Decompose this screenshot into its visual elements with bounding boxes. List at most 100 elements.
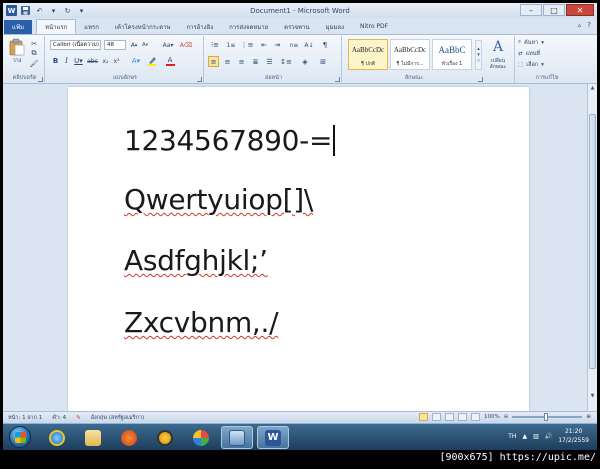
zoom-in-icon[interactable]: ⊕ [586,414,591,420]
paste-button[interactable]: วาง [9,56,25,65]
shading-icon[interactable]: ◈ [299,56,311,67]
network-tray-icon[interactable]: ▥ [533,433,539,440]
word-count[interactable]: คำ: 4 [47,414,71,422]
paragraph-launcher-icon[interactable] [335,77,340,82]
input-language[interactable]: TH [508,433,516,440]
justify-icon[interactable]: ≣ [250,56,261,67]
paste-icon[interactable] [8,38,26,56]
close-button[interactable]: ✕ [566,4,594,16]
vertical-scrollbar[interactable]: ▲ ▼ [587,84,597,411]
winamp-icon[interactable] [149,426,181,449]
underline-icon[interactable]: U▾ [73,56,84,66]
borders-icon[interactable]: ⊞ [317,56,329,67]
change-case-icon[interactable]: Aa▾ [161,40,175,50]
tab-review[interactable]: ตรวจทาน [276,19,317,34]
paint-icon[interactable] [185,426,217,449]
page-count[interactable]: หน้า: 1 จาก 1 [3,414,47,422]
language-indicator[interactable]: อังกฤษ (สหรัฐอเมริกา) [86,414,149,422]
highlight-icon[interactable] [146,56,160,66]
document-line-3[interactable]: Asdfghjkl;’ [124,244,268,277]
format-painter-icon[interactable]: 🖌 [29,59,39,68]
line-spacing-icon[interactable]: ↕≡ [280,56,292,67]
tab-references[interactable]: การอ้างอิง [178,19,221,34]
tab-mailings[interactable]: การส่งจดหมาย [221,19,276,34]
thai-distribute-icon[interactable]: ก≡ [288,40,300,50]
font-color-icon[interactable]: A [163,56,177,66]
clear-formatting-icon[interactable]: A⌫ [180,40,193,50]
sort-icon[interactable]: A↓ [304,40,314,50]
distribute-icon[interactable]: ☰ [264,56,275,67]
font-size-combo[interactable]: 48 [104,40,126,50]
network-icon[interactable] [221,426,253,449]
align-left-icon[interactable]: ≡ [208,56,219,67]
tab-page-layout[interactable]: เค้าโครงหน้ากระดาษ [107,19,179,34]
text-effects-icon[interactable]: A▾ [129,56,143,66]
bullets-icon[interactable]: ⁝≡ [209,40,221,50]
style-no-spacing[interactable]: AaBbCcDc ¶ ไม่มีการ... [390,39,430,70]
explorer-icon[interactable] [77,426,109,449]
zoom-slider[interactable] [512,413,583,421]
start-button[interactable] [9,426,31,448]
copy-icon[interactable]: ⧉ [29,49,39,58]
zoom-slider-knob[interactable] [544,413,549,421]
scroll-thumb[interactable] [589,114,596,369]
styles-scroll-icon[interactable]: ▴ ▾ ▿ [475,40,482,70]
align-center-icon[interactable]: ≡ [222,56,233,67]
help-icon[interactable]: ? [587,21,591,29]
styles-launcher-icon[interactable] [478,77,483,82]
grow-font-icon[interactable]: A ▴ [129,40,139,50]
clipboard-launcher-icon[interactable] [38,77,43,82]
select-button[interactable]: ⬚ เลือก ▾ [518,60,574,69]
change-styles-icon[interactable]: A [486,37,510,57]
find-button[interactable]: ⌕ ค้นหา ▾ [518,38,574,47]
maximize-button[interactable]: □ [543,4,565,16]
web-layout-view-icon[interactable] [445,413,455,421]
bold-icon[interactable]: B [51,56,60,66]
document-line-2[interactable]: Qwertyuiop[]\ [124,183,313,216]
ie-icon[interactable] [41,426,73,449]
cut-icon[interactable]: ✂ [29,39,39,48]
redo-icon[interactable]: ↻ [62,5,73,16]
tab-nitro-pdf[interactable]: Nitro PDF [352,19,396,34]
zoom-level[interactable]: 100% [484,414,500,420]
media-icon[interactable] [113,426,145,449]
minimize-ribbon-icon[interactable]: ▵ [578,21,582,29]
shrink-font-icon[interactable]: A ▾ [140,40,150,50]
align-right-icon[interactable]: ≡ [236,56,247,67]
outline-view-icon[interactable] [458,413,468,421]
superscript-icon[interactable]: x² [112,56,121,66]
subscript-icon[interactable]: x₂ [101,56,110,66]
undo-icon[interactable]: ↶ [34,5,45,16]
volume-icon[interactable]: 🔊 [545,433,552,440]
tab-home[interactable]: หน้าแรก [36,19,77,34]
word-app-icon[interactable]: W [6,5,17,16]
scroll-down-icon[interactable]: ▼ [588,393,597,401]
decrease-indent-icon[interactable]: ⇤ [259,40,269,50]
zoom-out-icon[interactable]: ⊖ [504,414,509,420]
tab-insert[interactable]: แทรก [76,19,107,34]
italic-icon[interactable]: I [62,56,71,66]
tab-file[interactable]: แฟ้ม [4,20,33,34]
save-icon[interactable] [20,5,31,16]
show-marks-icon[interactable]: ¶ [320,40,330,50]
replace-button[interactable]: ⇄ แทนที่ [518,49,574,58]
minimize-button[interactable]: – [520,4,542,16]
strikethrough-icon[interactable]: abc [87,56,98,66]
proofing-icon[interactable]: ✎ [71,415,86,421]
style-heading-1[interactable]: AaBbC หัวเรื่อง 1 [432,39,472,70]
increase-indent-icon[interactable]: ⇥ [272,40,282,50]
clock[interactable]: 21:20 17/2/2559 [558,427,589,445]
multilevel-list-icon[interactable]: ⋮≡ [241,40,254,50]
tab-view[interactable]: มุมมอง [318,19,352,34]
font-launcher-icon[interactable] [197,77,202,82]
full-screen-view-icon[interactable] [432,413,442,421]
document-line-4[interactable]: Zxcvbnm,./ [124,306,279,339]
show-hidden-icons-icon[interactable]: ▲ [522,433,527,440]
font-name-combo[interactable]: Calibri (เนื้อความ) [50,40,101,50]
change-styles-button[interactable]: เปลี่ยน ลักษณะ [483,56,513,72]
document-page[interactable]: 1234567890-= Qwertyuiop[]\ Asdfghjkl;’ Z… [68,87,529,411]
print-layout-view-icon[interactable] [419,413,429,421]
document-line-1[interactable]: 1234567890-= [124,124,335,157]
draft-view-icon[interactable] [471,413,481,421]
customize-icon[interactable]: ▾ [76,5,87,16]
